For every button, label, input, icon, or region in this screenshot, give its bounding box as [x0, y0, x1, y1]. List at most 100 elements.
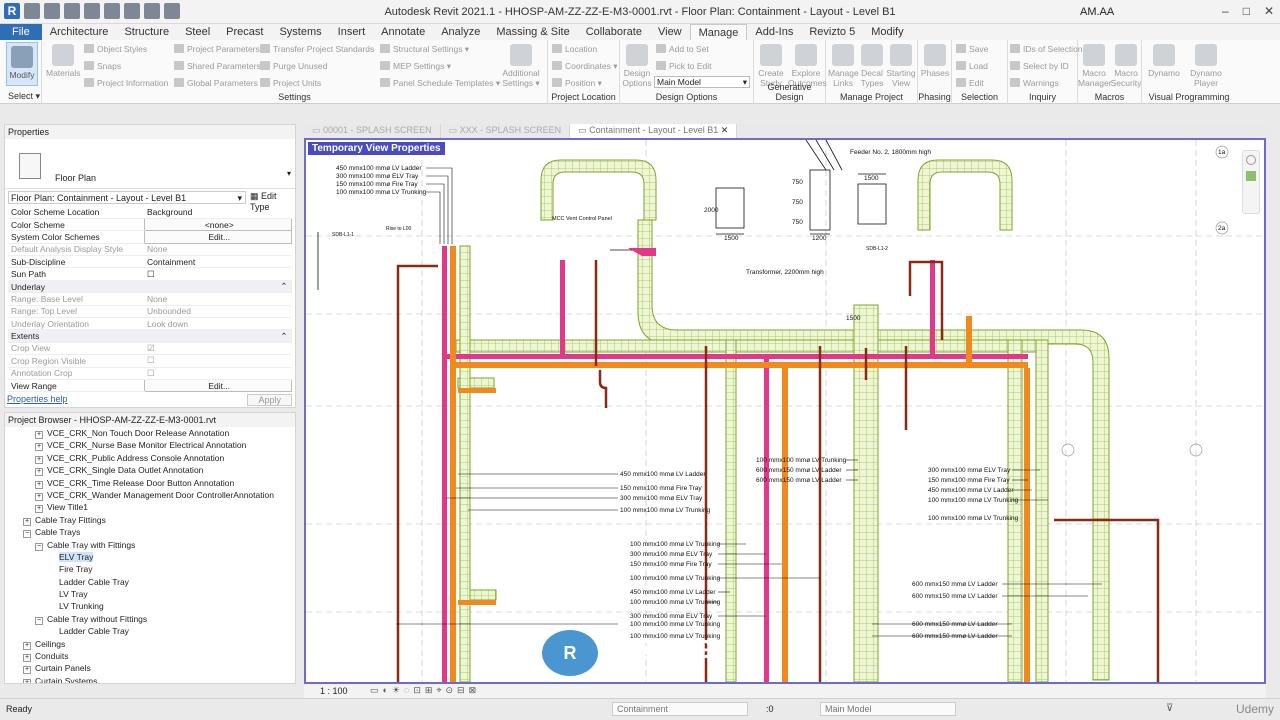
add-to-set-button[interactable]: Add to Set — [656, 44, 709, 54]
design-option-status-select[interactable]: Main Model — [820, 702, 956, 716]
view-tab-containment[interactable]: ▭ Containment - Layout - Level B1 ✕ — [570, 124, 738, 138]
tab-view[interactable]: View — [650, 24, 690, 40]
browser-tree-item[interactable]: + Curtain Systems — [5, 675, 295, 683]
purge-unused-button[interactable]: Purge Unused — [260, 61, 327, 71]
global-parameters-button[interactable]: Global Parameters — [174, 78, 258, 88]
browser-tree-item[interactable]: + VCE_CRK_Nurse Base Monitor Electrical A… — [5, 439, 295, 452]
tab-systems[interactable]: Systems — [271, 24, 329, 40]
property-row[interactable]: Underlay Orientation Look down — [8, 317, 292, 331]
object-styles-button[interactable]: Object Styles — [84, 44, 147, 54]
browser-tree-item[interactable]: − Cable Tray with Fittings — [5, 539, 295, 551]
decal-types-button[interactable]: Decal Types — [858, 44, 886, 88]
browser-tree-item[interactable]: − Cable Tray without Fittings — [5, 613, 295, 625]
tab-structure[interactable]: Structure — [116, 24, 177, 40]
browser-tree-item[interactable]: + Curtain Panels — [5, 662, 295, 675]
zoom-icon[interactable] — [1246, 171, 1256, 181]
expand-icon[interactable]: + — [35, 443, 43, 452]
project-information-button[interactable]: Project Information — [84, 78, 168, 88]
property-row[interactable]: Extents ⌃ — [8, 329, 292, 343]
property-value[interactable]: Look down — [144, 317, 292, 331]
expand-icon[interactable]: + — [35, 455, 43, 464]
view-scale[interactable]: 1 : 100 — [320, 686, 348, 696]
type-selector[interactable]: Floor Plan ▾ — [5, 139, 295, 189]
warnings-button[interactable]: Warnings — [1010, 78, 1059, 88]
browser-tree-item[interactable]: LV Tray — [5, 588, 295, 600]
save-selection-button[interactable]: Save — [956, 44, 988, 54]
property-row[interactable]: Crop View ☑ — [8, 342, 292, 356]
workset-select[interactable]: Containment — [612, 702, 748, 716]
expand-icon[interactable]: + — [23, 641, 31, 650]
modify-button[interactable]: Modify — [6, 42, 38, 86]
tab-insert[interactable]: Insert — [330, 24, 374, 40]
select-dropdown[interactable]: Select ▾ — [0, 91, 41, 102]
dynamo-player-button[interactable]: Dynamo Player — [1186, 44, 1226, 88]
tab-add-ins[interactable]: Add-Ins — [747, 24, 801, 40]
property-row[interactable]: Color Scheme Location Background — [8, 206, 292, 219]
property-value[interactable]: Containment — [144, 255, 292, 269]
property-value[interactable]: ☐ — [144, 354, 292, 368]
tab-file[interactable]: File — [0, 24, 42, 40]
tab-collaborate[interactable]: Collaborate — [578, 24, 650, 40]
tab-massing-site[interactable]: Massing & Site — [488, 24, 577, 40]
property-value[interactable]: None — [144, 292, 292, 306]
browser-tree-item[interactable]: LV Trunking — [5, 600, 295, 612]
structural-settings-button[interactable]: Structural Settings ▾ — [380, 44, 469, 55]
materials-button[interactable]: Materials — [46, 44, 80, 78]
tab-annotate[interactable]: Annotate — [373, 24, 433, 40]
browser-tree-item[interactable]: + View Title1 — [5, 501, 295, 514]
property-row[interactable]: Underlay ⌃ — [8, 280, 292, 294]
expand-icon[interactable]: + — [35, 480, 43, 489]
select-by-id-button[interactable]: Select by ID — [1010, 61, 1069, 71]
property-row[interactable]: Sub-Discipline Containment — [8, 255, 292, 269]
browser-tree-item[interactable]: + VCE_CRK_Public Address Console Annotati… — [5, 452, 295, 464]
filter-icon[interactable]: ⊽ — [1166, 703, 1173, 714]
design-option-select[interactable]: Main Model ▾ — [654, 76, 750, 88]
pick-to-edit-button[interactable]: Pick to Edit — [656, 61, 712, 71]
browser-tree-item[interactable]: + Ceilings — [5, 638, 295, 650]
property-edit-button[interactable]: Edit... — [143, 230, 292, 244]
property-value[interactable]: None — [144, 243, 292, 257]
tab-steel[interactable]: Steel — [177, 24, 218, 40]
browser-tree-item[interactable]: + VCE_CRK_Time Release Door Button Annota… — [5, 477, 295, 489]
expand-icon[interactable]: + — [23, 678, 31, 683]
property-row[interactable]: Color Scheme <none> — [8, 217, 292, 232]
tab-manage[interactable]: Manage — [689, 24, 748, 40]
properties-help-link[interactable]: Properties help — [7, 394, 68, 404]
transfer-standards-button[interactable]: Transfer Project Standards — [260, 44, 374, 54]
property-value[interactable]: Background — [144, 206, 292, 219]
property-value[interactable]: ☐ — [144, 267, 292, 281]
close-tab-icon[interactable]: ✕ — [721, 125, 729, 135]
ids-of-selection-button[interactable]: IDs of Selection — [1010, 44, 1083, 54]
project-parameters-button[interactable]: Project Parameters — [174, 44, 260, 54]
user-name[interactable]: AM.AA — [1080, 6, 1114, 18]
macro-manager-button[interactable]: Macro Manager — [1078, 44, 1112, 88]
browser-tree-item[interactable]: + VCE_CRK_Wander Management Door Controll… — [5, 489, 295, 501]
property-value[interactable]: Unbounded — [144, 305, 292, 319]
minimize-icon[interactable]: – — [1222, 4, 1229, 18]
view-control-icons[interactable]: ▭◐☀◌⊡⊞⌖⊙⊟⊠ — [370, 685, 480, 696]
location-button[interactable]: Location — [552, 44, 597, 54]
expand-icon[interactable]: + — [35, 505, 43, 514]
browser-tree-item[interactable]: − Cable Trays — [5, 526, 295, 539]
instance-selector[interactable]: Floor Plan: Containment - Layout - Level… — [8, 191, 246, 204]
expand-icon[interactable]: + — [35, 492, 43, 501]
collapse-icon[interactable]: − — [35, 616, 43, 625]
tab-precast[interactable]: Precast — [218, 24, 271, 40]
edit-selection-button[interactable]: Edit — [956, 78, 984, 88]
browser-tree-item[interactable]: Ladder Cable Tray — [5, 625, 295, 637]
load-selection-button[interactable]: Load — [956, 61, 988, 71]
property-row[interactable]: System Color Schemes Edit... — [8, 230, 292, 244]
project-units-button[interactable]: Project Units — [260, 78, 321, 88]
property-row[interactable]: Default Analysis Display Style None — [8, 243, 292, 257]
property-row[interactable]: Annotation Crop ☐ — [8, 367, 292, 380]
browser-tree-item[interactable]: ELV Tray — [5, 551, 295, 563]
tab-modify[interactable]: Modify — [863, 24, 911, 40]
browser-tree-item[interactable]: + Cable Tray Fittings — [5, 514, 295, 526]
position-button[interactable]: Position ▾ — [552, 78, 602, 89]
property-edit-button[interactable]: <none> — [143, 217, 292, 232]
property-row[interactable]: Range: Base Level None — [8, 292, 292, 306]
expand-icon[interactable]: + — [35, 468, 43, 477]
browser-tree-item[interactable]: Ladder Cable Tray — [5, 576, 295, 588]
property-edit-button[interactable]: Edit... — [143, 378, 292, 393]
browser-tree-item[interactable]: + VCE_CRK_Single Data Outlet Annotation — [5, 464, 295, 477]
